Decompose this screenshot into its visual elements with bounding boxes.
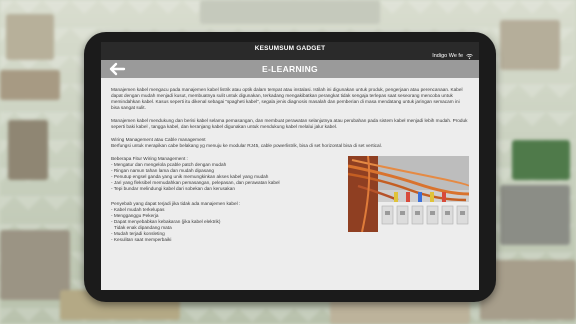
wifi-icon xyxy=(466,53,473,59)
features-list: - Mengatur dan mengelola pcable patch de… xyxy=(111,162,336,192)
tablet-screen: KESUMSUM GADGET Indigo We fe E-LEARNING … xyxy=(101,42,479,290)
cable-management-photo xyxy=(348,156,469,232)
network-name: Indigo We fe xyxy=(432,53,463,59)
support-paragraph: Manajemen kabel mendukung dan berisi kab… xyxy=(111,118,468,129)
wiring-management-text: Berfungsi untuk merapikan cabe belakang … xyxy=(111,143,382,148)
page-title: E-LEARNING xyxy=(262,63,318,74)
app-title: KESUMSUM GADGET xyxy=(254,45,326,52)
list-item: - Kesulitan saat memperbaiki xyxy=(111,237,172,242)
status-area: Indigo We fe xyxy=(432,53,473,59)
app-top-bar: KESUMSUM GADGET Indigo We fe xyxy=(101,42,479,60)
problems-list: - Kabel mudah terkelupas - Mengganggu Pe… xyxy=(111,207,336,243)
article-content: Manajemen kabel mengacu pada manajemen k… xyxy=(111,87,469,248)
features-section: Beberapa Fitur Wiring Management : - Men… xyxy=(111,156,469,243)
tablet-device: KESUMSUM GADGET Indigo We fe E-LEARNING … xyxy=(84,32,496,302)
page-header: E-LEARNING xyxy=(101,60,479,78)
intro-paragraph: Manajemen kabel mengacu pada manajemen k… xyxy=(111,87,463,110)
list-item: - Tepi bundar melindungi kabel dari sobe… xyxy=(111,186,235,191)
